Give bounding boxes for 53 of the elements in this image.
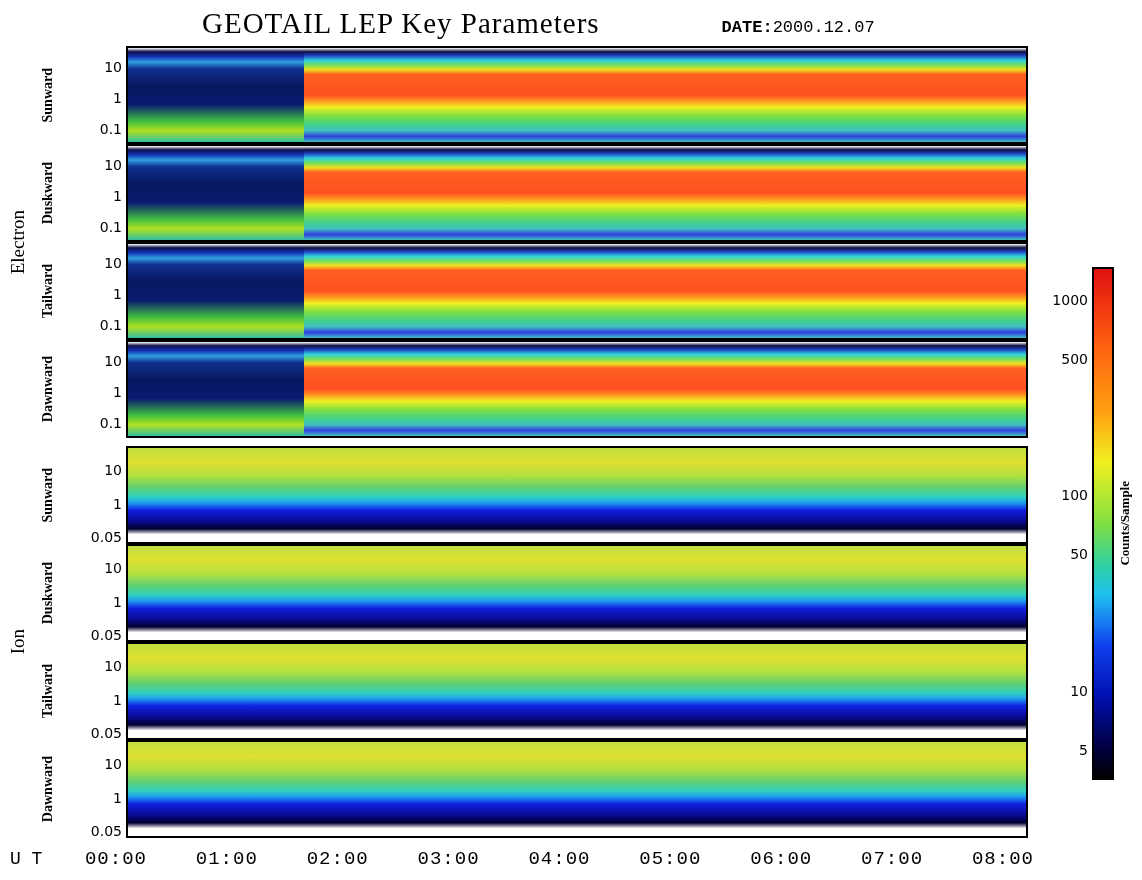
y-tick-label: 0.1 [99, 318, 122, 332]
y-tick-label: 10 [104, 463, 122, 477]
y-tick-label: 10 [104, 561, 122, 575]
direction-label: Tailward [40, 264, 56, 318]
colorbar-tick-label: 10 [1070, 682, 1088, 699]
x-tick-label: 07:00 [861, 848, 924, 870]
x-tick-label: 08:00 [971, 848, 1034, 870]
y-tick-label: 1 [113, 594, 122, 609]
y-tick-label: 1 [113, 287, 122, 301]
x-tick-label: 04:00 [528, 848, 591, 870]
y-tick-label: 1 [113, 189, 122, 203]
y-tick-label: 10 [104, 256, 122, 270]
group-label: Electron [7, 209, 29, 275]
y-tick-label: 0.05 [90, 824, 122, 838]
date-label: DATE:2000.12.07 [721, 17, 875, 37]
y-tick-label: 0.1 [99, 122, 122, 136]
y-tick-label: 1 [113, 385, 122, 399]
direction-label: Sunward [40, 467, 56, 523]
x-tick-label: 03:00 [417, 848, 480, 870]
colorbar-tick-label: 50 [1070, 546, 1088, 563]
colorbar-tick-label: 100 [1061, 487, 1088, 504]
x-axis-label: U T [9, 849, 44, 869]
direction-label: Dawnward [40, 755, 56, 823]
y-tick-label: 0.1 [99, 220, 122, 234]
direction-label: Dawnward [40, 355, 56, 423]
y-tick-label: 10 [104, 60, 122, 74]
y-tick-label: 0.1 [99, 416, 122, 430]
direction-label: Duskward [40, 561, 56, 625]
y-tick-label: 10 [104, 158, 122, 172]
y-tick-label: 10 [104, 354, 122, 368]
colorbar-tick-label: 500 [1061, 350, 1088, 367]
y-tick-label: 1 [113, 790, 122, 805]
colorbar-tick-label: 5 [1079, 741, 1088, 758]
y-tick-label: 1 [113, 91, 122, 105]
group-label: Ion [7, 629, 29, 655]
direction-label: Tailward [40, 664, 56, 718]
direction-label: Duskward [40, 161, 56, 225]
y-tick-label: 10 [104, 659, 122, 673]
x-tick-label: 01:00 [195, 848, 258, 870]
chart-title: GEOTAIL LEP Key Parameters [202, 6, 600, 40]
x-tick-label: 00:00 [84, 848, 147, 870]
y-tick-label: 0.05 [90, 726, 122, 740]
x-tick-label: 05:00 [639, 848, 702, 870]
y-tick-label: 0.05 [90, 530, 122, 544]
colorbar-label: Counts/Sample [1117, 481, 1133, 566]
y-tick-label: 10 [104, 757, 122, 771]
y-tick-label: 0.05 [90, 628, 122, 642]
direction-label: Sunward [40, 67, 56, 123]
x-tick-label: 06:00 [750, 848, 813, 870]
x-tick-label: 02:00 [306, 848, 369, 870]
y-tick-label: 1 [113, 692, 122, 707]
colorbar-tick-label: 1000 [1052, 292, 1088, 308]
y-tick-label: 1 [113, 496, 122, 511]
